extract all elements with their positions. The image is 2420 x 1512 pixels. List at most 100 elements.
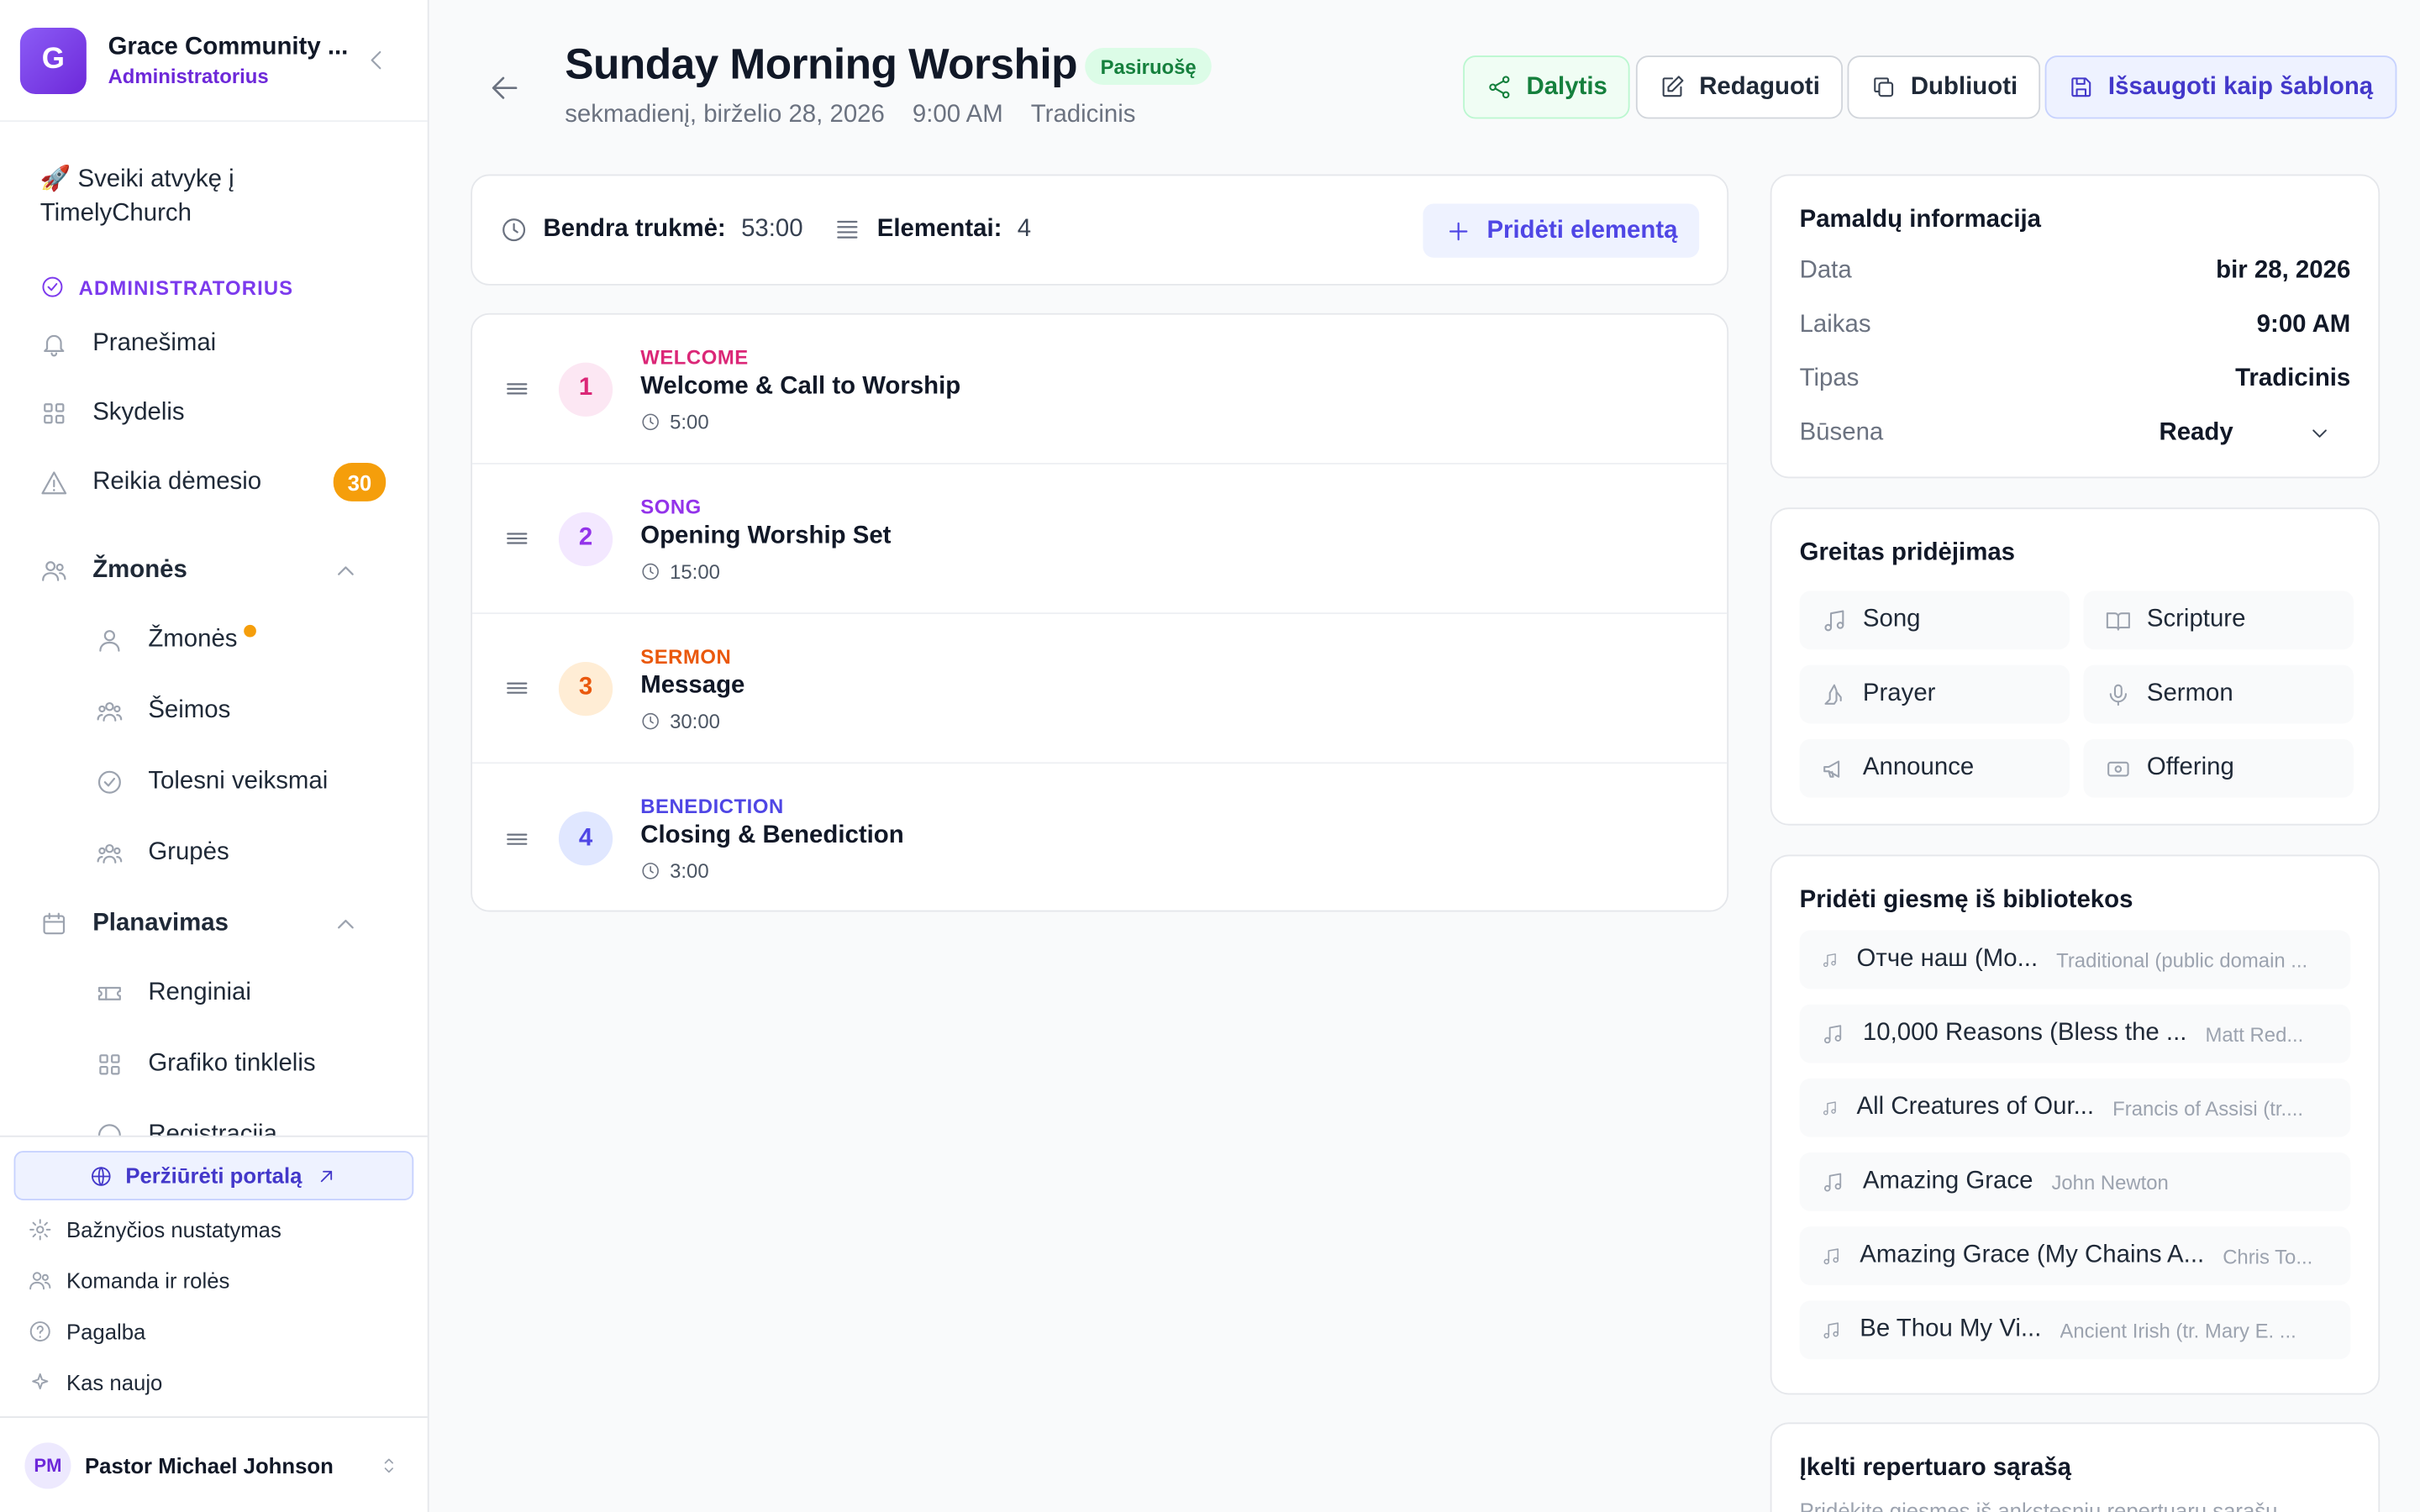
org-header[interactable]: G Grace Community ... Administratorius (0, 0, 428, 123)
nav-events[interactable]: Renginiai (0, 958, 428, 1029)
drag-handle-icon (507, 383, 528, 395)
view-portal-button[interactable]: Peržiūrėti portalą (13, 1151, 414, 1200)
load-setlist-card: Įkelti repertuaro sąrašą Pridėkite giesm… (1770, 1422, 2381, 1512)
item-duration: 3:00 (640, 859, 903, 883)
microphone-icon (2109, 683, 2128, 706)
chevron-down-icon (2312, 428, 2327, 437)
check-circle-icon (97, 770, 121, 794)
library-song-item[interactable]: 10,000 Reasons (Bless the ... Matt Red... (1799, 1004, 2351, 1063)
users-icon (29, 1271, 51, 1289)
nav-notifications[interactable]: Pranešimai (0, 308, 428, 378)
quick-add-scripture-button[interactable]: Scripture (2083, 591, 2354, 650)
item-category: SERMON (640, 643, 732, 668)
library-song-item[interactable]: Отче наш (Mo... Traditional (public domai… (1799, 930, 2351, 990)
music-icon (1824, 609, 1844, 631)
external-link-icon (320, 1169, 332, 1182)
gear-icon (29, 1218, 51, 1240)
info-row-time: Laikas 9:00 AM (1799, 311, 2351, 338)
user-menu[interactable]: PM Pastor Michael Johnson (0, 1416, 428, 1512)
quick-add-offering-button[interactable]: Offering (2083, 738, 2354, 798)
song-library-card: Pridėti giesmę iš bibliotekos Отче наш (… (1770, 854, 2381, 1395)
nav-groups[interactable]: Grupės (0, 817, 428, 888)
help-circle-icon (29, 1320, 50, 1341)
whats-new-link[interactable]: Kas naujo (14, 1356, 414, 1407)
nav-group-people[interactable]: Žmonės (0, 535, 428, 605)
welcome-message: 🚀 Sveiki atvykę į TimelyChurch (39, 166, 234, 227)
save-icon (2071, 77, 2091, 97)
setlist-title: Įkelti repertuaro sąrašą (1799, 1455, 2072, 1482)
org-role: Administratorius (108, 65, 269, 88)
edit-button[interactable]: Redaguoti (1635, 55, 1844, 119)
ticket-icon (97, 986, 121, 1000)
info-row-status: Būsena Ready (1800, 406, 2351, 459)
quick-add-sermon-button[interactable]: Sermon (2083, 664, 2354, 724)
team-roles-link[interactable]: Komanda ir rolės (14, 1254, 414, 1305)
total-duration: Bendra trukmė: 53:00 (500, 216, 803, 244)
nav-registration[interactable]: Registracija (0, 1100, 428, 1136)
quick-add-announce-button[interactable]: Announce (1799, 738, 2070, 798)
nav-families[interactable]: Šeimos (0, 675, 428, 746)
service-type: Tradicinis (1030, 102, 1136, 129)
share-button[interactable]: Dalytis (1463, 55, 1631, 119)
edit-icon (1662, 76, 1684, 97)
quick-add-prayer-button[interactable]: Prayer (1799, 664, 2070, 724)
church-settings-link[interactable]: Bažnyčios nustatymas (14, 1204, 414, 1255)
org-name: Grace Community ... (108, 34, 349, 60)
service-item[interactable]: 4 BENEDICTION Closing & Benediction 3:00 (472, 764, 1727, 910)
library-song-item[interactable]: Be Thou My Vi... Ancient Irish (tr. Mary … (1799, 1300, 2351, 1360)
status-badge: Pasiruošę (1085, 47, 1213, 86)
nav-follow-ups[interactable]: Tolesni veiksmai (0, 747, 428, 817)
nav-needs-attention[interactable]: Reikia dėmesio 30 (0, 448, 428, 517)
quick-add-card: Greitas pridėjimas Song Scripture Prayer… (1770, 507, 2381, 826)
item-duration: 15:00 (640, 559, 891, 582)
attention-count-badge: 30 (333, 463, 387, 501)
drag-handle-icon (507, 533, 528, 544)
grid-icon (99, 1054, 120, 1075)
service-time: 9:00 AM (912, 102, 1003, 129)
back-arrow-icon[interactable] (487, 71, 521, 104)
service-meta: sekmadienį, birželio 28, 2026 9:00 AM Tr… (565, 102, 1135, 129)
info-row-type: Tipas Tradicinis (1799, 365, 2351, 391)
nav-dashboard[interactable]: Skydelis (0, 378, 428, 448)
save-template-button[interactable]: Išsaugoti kaip šabloną (2044, 55, 2396, 119)
collapse-sidebar-icon[interactable] (363, 46, 391, 74)
copy-icon (1874, 77, 1894, 97)
banknote-icon (2107, 760, 2129, 776)
registration-icon (97, 1124, 121, 1136)
music-icon (1823, 1172, 1842, 1191)
item-title: Message (640, 671, 745, 699)
chevron-up-icon (338, 919, 354, 928)
help-link[interactable]: Pagalba (14, 1305, 414, 1357)
plus-icon (1449, 221, 1469, 240)
duplicate-button[interactable]: Dubliuoti (1847, 55, 2041, 119)
service-item[interactable]: 1 WELCOME Welcome & Call to Worship 5:00 (472, 315, 1728, 465)
quick-add-song-button[interactable]: Song (1799, 591, 2070, 650)
status-select[interactable]: Ready (2159, 419, 2332, 447)
clock-icon (642, 562, 659, 580)
users-icon (42, 560, 66, 580)
item-number: 4 (558, 811, 613, 866)
library-song-item[interactable]: Amazing Grace (My Chains A... Chris To... (1799, 1226, 2351, 1285)
item-title: Opening Worship Set (640, 522, 892, 549)
org-logo: G (19, 27, 87, 94)
drag-handle-icon (507, 832, 528, 844)
clock-icon (642, 412, 659, 430)
library-song-item[interactable]: All Creatures of Our... Francis of Assisi… (1799, 1078, 2351, 1137)
service-item[interactable]: 3 SERMON Message 30:00 (472, 614, 1728, 764)
library-song-item[interactable]: Amazing Grace John Newton (1799, 1152, 2351, 1211)
page-title: Sunday Morning Worship (565, 39, 1077, 88)
grid-icon (44, 402, 65, 423)
nav-schedule-grid[interactable]: Grafiko tinklelis (0, 1029, 428, 1100)
nav-people[interactable]: Žmonės (0, 605, 428, 675)
item-number: 3 (558, 661, 613, 716)
calendar-icon (43, 911, 66, 934)
book-open-icon (2106, 612, 2130, 630)
setlist-subtitle: Pridėkite giesmes iš ankstesnių repertua… (1799, 1498, 2278, 1512)
sparkles-icon (32, 1372, 49, 1389)
megaphone-icon (1823, 759, 1840, 777)
nav-group-planning[interactable]: Planavimas (0, 889, 428, 958)
service-item[interactable]: 2 SONG Opening Worship Set 15:00 (472, 465, 1728, 615)
add-element-button[interactable]: Pridėti elementą (1423, 203, 1700, 258)
music-icon (1823, 1100, 1836, 1115)
chevron-up-icon (338, 565, 354, 575)
